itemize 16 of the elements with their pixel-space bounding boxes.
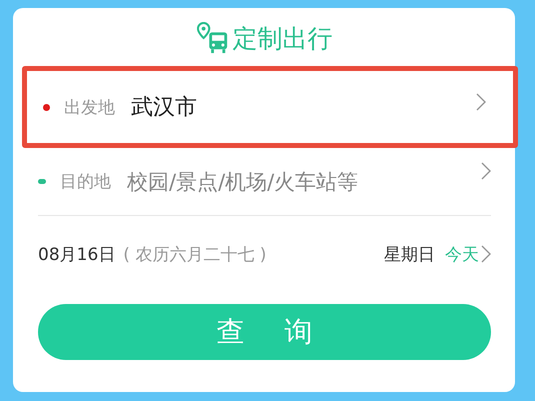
chevron-icon xyxy=(476,93,486,111)
field-label: 出发地 xyxy=(64,96,115,118)
lunar-date: ( 农历六月二十七 ) xyxy=(123,244,268,266)
place-placeholder: 校园/景点/机场/火车站等 xyxy=(127,168,360,196)
chevron-icon xyxy=(481,245,491,263)
today-label: 今天 xyxy=(445,244,479,266)
place-row[interactable]: 目的地 校园/景点/机场/火车站等 xyxy=(38,148,491,216)
card-title: 定制出行 xyxy=(232,22,332,54)
date-row[interactable]: 08月16日 ( 农历六月二十七 ) 星期日 今天 xyxy=(38,216,491,292)
bus-location-icon xyxy=(196,22,228,54)
field-label: 目的地 xyxy=(60,171,111,193)
weekday-text: 星期日 xyxy=(384,244,435,266)
highlighted-row[interactable]: 出发地 武汉市 xyxy=(22,66,518,148)
date-text: 08月16日 xyxy=(38,244,116,266)
place-value: 武汉市 xyxy=(131,94,198,122)
chevron-icon xyxy=(481,162,491,180)
